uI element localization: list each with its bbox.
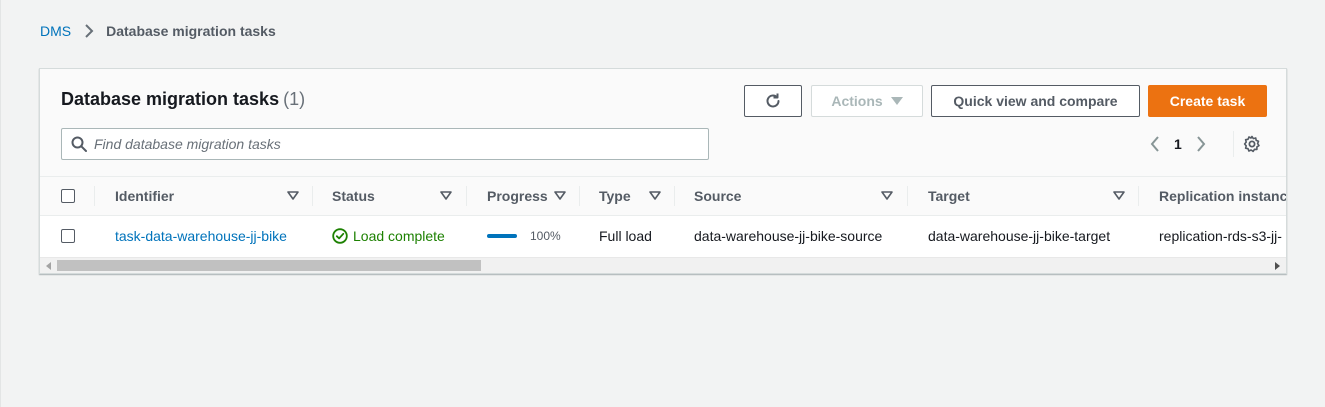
actions-button[interactable]: Actions xyxy=(811,85,923,117)
search-icon xyxy=(71,136,87,152)
caret-down-icon xyxy=(890,96,903,106)
breadcrumb-current: Database migration tasks xyxy=(106,23,276,39)
scrollbar-thumb[interactable] xyxy=(57,260,481,271)
column-divider xyxy=(94,186,95,206)
page: DMS Database migration tasks Database mi… xyxy=(0,0,1325,407)
refresh-button[interactable] xyxy=(744,85,802,117)
sort-down-icon[interactable] xyxy=(649,191,661,201)
status-badge: Load complete xyxy=(332,228,445,244)
progress-cell: 100% xyxy=(487,216,561,256)
column-label: Progress xyxy=(487,188,548,204)
search-field xyxy=(61,128,709,160)
tasks-panel: Database migration tasks (1) Actions Quic… xyxy=(39,68,1287,274)
sort-down-icon[interactable] xyxy=(440,191,452,201)
panel-title-text: Database migration tasks xyxy=(61,89,280,109)
sort-down-icon[interactable] xyxy=(881,191,893,201)
actions-label: Actions xyxy=(831,93,883,109)
status-cell: Load complete xyxy=(332,216,445,256)
column-divider xyxy=(466,186,467,206)
column-header-status[interactable]: Status xyxy=(332,177,458,215)
next-page-icon[interactable] xyxy=(1196,136,1206,152)
page-number[interactable]: 1 xyxy=(1174,136,1182,152)
scroll-left-arrow-icon[interactable] xyxy=(46,262,52,270)
scroll-right-arrow-icon[interactable] xyxy=(1274,262,1280,270)
task-identifier-link[interactable]: task-data-warehouse-jj-bike xyxy=(115,228,287,244)
row-select-cell xyxy=(61,216,75,256)
column-header-replication-instance[interactable]: Replication instance xyxy=(1159,177,1287,215)
create-task-button[interactable]: Create task xyxy=(1148,85,1267,117)
replication-instance-cell: replication-rds-s3-jj- xyxy=(1159,228,1282,244)
pagination: 1 xyxy=(1150,134,1206,154)
column-label: Target xyxy=(928,188,970,204)
row-checkbox[interactable] xyxy=(61,229,75,243)
column-label: Replication instance xyxy=(1159,188,1287,204)
column-label: Status xyxy=(332,188,375,204)
progress-bar xyxy=(487,234,517,238)
progress-bar-fill xyxy=(487,234,517,238)
column-header-target[interactable]: Target xyxy=(928,177,1128,215)
sort-down-icon[interactable] xyxy=(554,191,566,201)
progress-text: 100% xyxy=(530,229,561,243)
column-divider xyxy=(674,186,675,206)
sort-down-icon[interactable] xyxy=(1113,191,1125,201)
breadcrumb: DMS Database migration tasks xyxy=(40,22,276,40)
task-count: (1) xyxy=(283,89,306,109)
search-input[interactable] xyxy=(94,136,674,152)
column-divider xyxy=(907,186,908,206)
column-header-source[interactable]: Source xyxy=(694,177,894,215)
column-label: Type xyxy=(599,188,631,204)
table-row: task-data-warehouse-jj-bike Load complet… xyxy=(40,216,1286,256)
column-header-type[interactable]: Type xyxy=(599,177,669,215)
column-label: Identifier xyxy=(115,188,175,204)
pager-divider xyxy=(1233,131,1234,157)
settings-gear-icon[interactable] xyxy=(1243,135,1261,153)
panel-header: Database migration tasks (1) Actions Quic… xyxy=(40,69,1286,177)
column-header-identifier[interactable]: Identifier xyxy=(115,177,305,215)
column-divider xyxy=(579,186,580,206)
source-cell: data-warehouse-jj-bike-source xyxy=(694,228,883,244)
page-title: Database migration tasks (1) xyxy=(61,89,305,110)
breadcrumb-dms-link[interactable]: DMS xyxy=(40,23,71,39)
target-cell: data-warehouse-jj-bike-target xyxy=(928,228,1111,244)
check-circle-icon xyxy=(332,228,348,244)
status-text: Load complete xyxy=(353,228,445,244)
table-header: Identifier Status Progress Type Source T… xyxy=(40,177,1286,216)
column-label: Source xyxy=(694,188,742,204)
horizontal-scrollbar[interactable] xyxy=(40,257,1286,273)
column-header-progress[interactable]: Progress xyxy=(487,177,567,215)
chevron-right-icon xyxy=(84,24,94,38)
identifier-cell: task-data-warehouse-jj-bike xyxy=(115,216,287,256)
column-divider xyxy=(1138,186,1139,206)
sort-down-icon[interactable] xyxy=(287,191,299,201)
previous-page-icon[interactable] xyxy=(1150,136,1160,152)
quick-view-compare-button[interactable]: Quick view and compare xyxy=(931,85,1140,117)
select-all-cell xyxy=(61,177,75,215)
type-cell: Full load xyxy=(599,228,652,244)
select-all-checkbox[interactable] xyxy=(61,189,75,203)
refresh-icon xyxy=(764,92,782,110)
column-divider xyxy=(312,186,313,206)
